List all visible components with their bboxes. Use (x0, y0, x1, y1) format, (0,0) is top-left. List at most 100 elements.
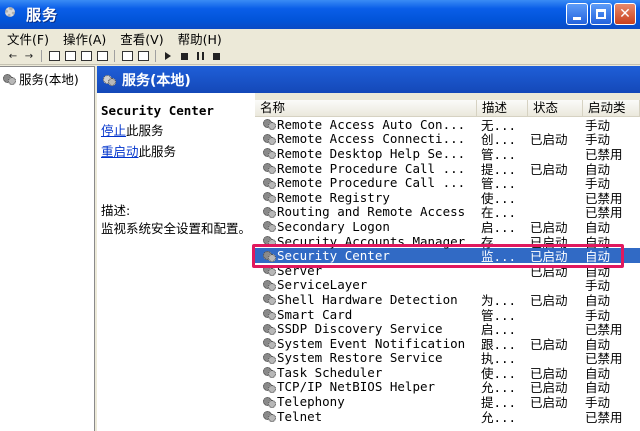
service-name: SSDP Discovery Service (277, 321, 443, 337)
pause-icon (196, 52, 204, 60)
close-button[interactable]: ✕ (614, 3, 636, 25)
stop-service-suffix: 此服务 (126, 123, 164, 138)
service-startup-type: 已禁用 (585, 409, 623, 425)
column-header-startup-type[interactable]: 启动类 (583, 100, 640, 116)
service-name: Remote Access Auto Con... (277, 116, 466, 132)
start-service-button[interactable] (161, 50, 175, 63)
service-name: Telnet (277, 408, 323, 424)
export-list-button[interactable] (95, 50, 109, 63)
properties-button[interactable] (63, 50, 77, 63)
service-gear-icon (263, 366, 276, 379)
stop-service-line: 停止此服务 (101, 120, 251, 139)
service-name: Routing and Remote Access (277, 204, 466, 220)
service-status: 已启动 (530, 292, 568, 308)
service-status: 已启动 (530, 161, 568, 177)
service-name: System Restore Service (277, 350, 443, 366)
restart-service-line: 重启动此服务 (101, 141, 251, 160)
service-name-cell: Secondary Logon (255, 219, 477, 234)
service-name: Remote Procedure Call ... (277, 160, 466, 176)
restart-icon (212, 52, 220, 60)
minimize-icon (573, 16, 581, 20)
tree-item-services-local[interactable]: 服务(本地) (0, 67, 94, 90)
console-button[interactable] (136, 50, 150, 63)
services-gear-icon (5, 6, 21, 23)
maximize-button[interactable] (590, 3, 612, 25)
service-gear-icon (263, 177, 276, 189)
service-name: System Event Notification (277, 335, 466, 351)
console-icon (137, 51, 149, 61)
tree-item-label: 服务(本地) (19, 72, 79, 87)
service-gear-icon (263, 308, 276, 321)
service-gear-icon (263, 133, 276, 145)
help-button[interactable] (120, 50, 134, 63)
refresh-button[interactable] (79, 50, 93, 63)
service-gear-icon (263, 352, 276, 364)
service-name: Remote Desktop Help Se... (277, 145, 466, 161)
service-gear-icon (263, 323, 276, 335)
service-name: Smart Card (277, 306, 353, 322)
column-header-name[interactable]: 名称 (255, 100, 477, 116)
service-name: Remote Access Connecti... (277, 131, 466, 147)
column-header-description[interactable]: 描述 (477, 100, 528, 116)
window-title: 服务 (26, 6, 59, 24)
service-description: 允... (481, 409, 517, 425)
column-header-status[interactable]: 状态 (528, 100, 583, 116)
restart-service-link[interactable]: 重启动 (101, 144, 139, 159)
service-name: Secondary Logon (277, 218, 390, 234)
description-text: 监视系统安全设置和配置。 (101, 221, 252, 236)
restart-service-suffix: 此服务 (138, 144, 177, 159)
menu-file[interactable]: 文件(F) (0, 29, 56, 48)
pause-service-button[interactable] (193, 50, 207, 63)
menu-help[interactable]: 帮助(H) (171, 29, 229, 48)
service-name-cell: ServiceLayer (255, 277, 477, 292)
show-tree-button[interactable] (47, 50, 61, 63)
service-gear-icon (263, 279, 276, 291)
service-name-cell: Remote Desktop Help Se... (255, 146, 477, 161)
maximize-icon (596, 9, 606, 19)
description-label: 描述: (101, 203, 131, 218)
minimize-button[interactable] (566, 3, 588, 25)
service-row[interactable]: Telnet 允... 已禁用 (255, 409, 640, 425)
stop-service-link[interactable]: 停止 (101, 123, 126, 138)
service-status: 已启动 (530, 132, 568, 148)
service-name-cell: System Restore Service (255, 350, 477, 365)
service-gear-icon (263, 220, 276, 233)
service-gear-icon (263, 337, 276, 350)
service-name-cell: Task Scheduler (255, 365, 477, 380)
service-gear-icon (263, 191, 276, 204)
restart-service-button[interactable] (209, 50, 223, 63)
back-button[interactable]: ← (6, 50, 20, 63)
service-name: TCP/IP NetBIOS Helper (277, 379, 436, 395)
service-name: Remote Procedure Call ... (277, 175, 466, 191)
properties-icon (64, 51, 76, 61)
service-name-cell: SSDP Discovery Service (255, 321, 477, 336)
play-icon (165, 52, 171, 60)
toolbar-separator (41, 50, 42, 62)
toolbar-separator (155, 50, 156, 62)
service-status: 已启动 (530, 336, 568, 352)
service-name-cell: Telephony (255, 394, 477, 409)
back-arrow-icon: ← (8, 50, 18, 62)
service-name-cell: Remote Access Auto Con... (255, 117, 477, 132)
title-bar[interactable]: 服务 ✕ (0, 0, 640, 29)
service-status: 已启动 (530, 395, 568, 411)
service-gear-icon (263, 162, 276, 175)
service-name: Telephony (277, 394, 345, 410)
forward-arrow-icon: → (24, 50, 34, 62)
export-icon (96, 51, 108, 61)
service-name-cell: Telnet (255, 409, 477, 424)
refresh-icon (80, 51, 92, 61)
stop-service-button[interactable] (177, 50, 191, 63)
menu-view[interactable]: 查看(V) (113, 29, 170, 48)
service-name: Shell Hardware Detection (277, 291, 458, 307)
services-gear-icon (3, 73, 16, 85)
menu-bar: 文件(F) 操作(A) 查看(V) 帮助(H) (0, 29, 640, 48)
service-name-cell: Remote Procedure Call ... (255, 175, 477, 190)
menu-action[interactable]: 操作(A) (56, 29, 113, 48)
forward-button[interactable]: → (22, 50, 36, 63)
service-rows: Remote Access Auto Con... 无... 手动 Remote Ac… (255, 117, 640, 425)
selected-service-name: Security Center (101, 103, 214, 118)
description-pane: Security Center 停止此服务 重启动此服务 描述: 监视系统安全设… (97, 93, 255, 431)
service-gear-icon (263, 293, 276, 306)
services-gear-icon (103, 74, 116, 86)
